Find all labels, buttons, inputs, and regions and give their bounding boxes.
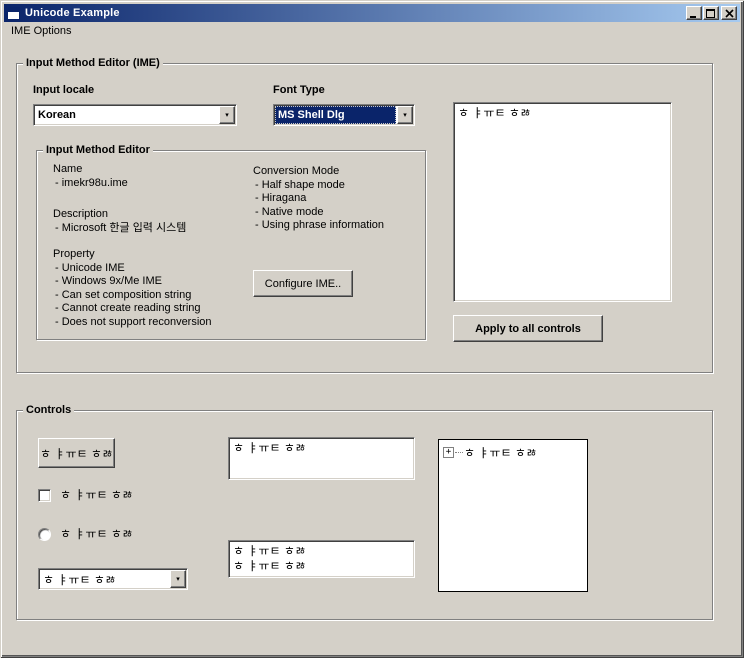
property-item: - Unicode IME [55, 262, 212, 276]
property-item: - Does not support reconversion [55, 316, 212, 330]
maximize-icon [706, 9, 716, 18]
ime-property-section: Property - Unicode IME - Windows 9x/Me I… [53, 248, 212, 329]
tree-connector [455, 452, 463, 453]
conversion-mode-item: - Native mode [255, 206, 384, 220]
description-value: - Microsoft 한글 입력 시스템 [55, 222, 186, 236]
sample-treeview[interactable]: + ㅎ ㅑㅠㅌ ㅎㅀ [438, 439, 588, 592]
configure-ime-button[interactable]: Configure IME.. [253, 270, 353, 297]
sample-checkbox-label[interactable]: ㅎ ㅑㅠㅌ ㅎㅀ [60, 489, 133, 503]
tree-item-label[interactable]: ㅎ ㅑㅠㅌ ㅎㅀ [464, 444, 537, 461]
dropdown-arrow-icon: ▾ [403, 112, 407, 119]
unicode-example-window: Unicode Example IME Options Input Method… [0, 0, 744, 658]
sample-edit-multi-line: ㅎ ㅑㅠㅌ ㅎㅀ [233, 559, 410, 574]
close-button[interactable] [721, 6, 737, 20]
close-icon [725, 9, 734, 18]
description-label: Description [53, 208, 186, 222]
app-window-icon[interactable] [7, 7, 20, 20]
tree-root-item[interactable]: + ㅎ ㅑㅠㅌ ㅎㅀ [443, 444, 537, 461]
name-label: Name [53, 163, 128, 177]
tree-expand-icon[interactable]: + [443, 447, 454, 458]
sample-radio-button[interactable] [38, 528, 51, 541]
property-item: - Can set composition string [55, 289, 212, 303]
maximize-button[interactable] [703, 6, 719, 20]
sample-edit-multi-line: ㅎ ㅑㅠㅌ ㅎㅀ [233, 544, 410, 559]
controls-group-title: Controls [23, 403, 74, 417]
conversion-mode-item: - Hiragana [255, 192, 384, 206]
sample-radio-label[interactable]: ㅎ ㅑㅠㅌ ㅎㅀ [60, 528, 133, 542]
input-locale-dropdown-button[interactable]: ▾ [219, 106, 235, 124]
sample-combobox-dropdown-button[interactable]: ▾ [170, 570, 186, 588]
ime-preview-text: ㅎ ㅑㅠㅌ ㅎㅀ [458, 106, 667, 121]
sample-combobox-value: ㅎ ㅑㅠㅌ ㅎㅀ [40, 570, 169, 588]
ime-conversion-section: Conversion Mode - Half shape mode - Hira… [253, 165, 384, 233]
apply-to-all-controls-button[interactable]: Apply to all controls [453, 315, 603, 342]
sample-edit-single-text: ㅎ ㅑㅠㅌ ㅎㅀ [233, 441, 410, 456]
sample-combobox[interactable]: ㅎ ㅑㅠㅌ ㅎㅀ ▾ [38, 568, 188, 590]
sample-edit-single[interactable]: ㅎ ㅑㅠㅌ ㅎㅀ [228, 437, 415, 480]
property-label: Property [53, 248, 212, 262]
font-type-value: MS Shell Dlg [275, 106, 396, 124]
sample-checkbox[interactable] [38, 489, 51, 502]
conversion-mode-label: Conversion Mode [253, 165, 384, 179]
ime-preview-textarea[interactable]: ㅎ ㅑㅠㅌ ㅎㅀ [453, 102, 672, 302]
ime-info-group-title: Input Method Editor [43, 143, 153, 157]
menu-bar: IME Options [4, 22, 740, 40]
input-locale-value: Korean [35, 106, 218, 124]
minimize-icon [689, 9, 699, 18]
name-value: - imekr98u.ime [55, 177, 128, 191]
dropdown-arrow-icon: ▾ [176, 576, 180, 583]
ime-name-section: Name - imekr98u.ime [53, 163, 128, 190]
font-type-dropdown-button[interactable]: ▾ [397, 106, 413, 124]
conversion-mode-item: - Using phrase information [255, 219, 384, 233]
conversion-mode-item: - Half shape mode [255, 179, 384, 193]
sample-button[interactable]: ㅎ ㅑㅠㅌ ㅎㅀ [38, 438, 115, 468]
minimize-button[interactable] [686, 6, 702, 20]
dropdown-arrow-icon: ▾ [225, 112, 229, 119]
sample-edit-multi[interactable]: ㅎ ㅑㅠㅌ ㅎㅀ ㅎ ㅑㅠㅌ ㅎㅀ [228, 540, 415, 578]
input-locale-combobox[interactable]: Korean ▾ [33, 104, 237, 126]
menu-item-ime-options[interactable]: IME Options [4, 23, 79, 39]
property-item: - Cannot create reading string [55, 302, 212, 316]
property-item: - Windows 9x/Me IME [55, 275, 212, 289]
window-title: Unicode Example [25, 7, 685, 19]
title-bar[interactable]: Unicode Example [4, 4, 740, 22]
font-type-label: Font Type [273, 84, 325, 98]
ime-group-title: Input Method Editor (IME) [23, 56, 163, 70]
font-type-combobox[interactable]: MS Shell Dlg ▾ [273, 104, 415, 126]
ime-description-section: Description - Microsoft 한글 입력 시스템 [53, 208, 186, 235]
input-locale-label: Input locale [33, 84, 94, 98]
